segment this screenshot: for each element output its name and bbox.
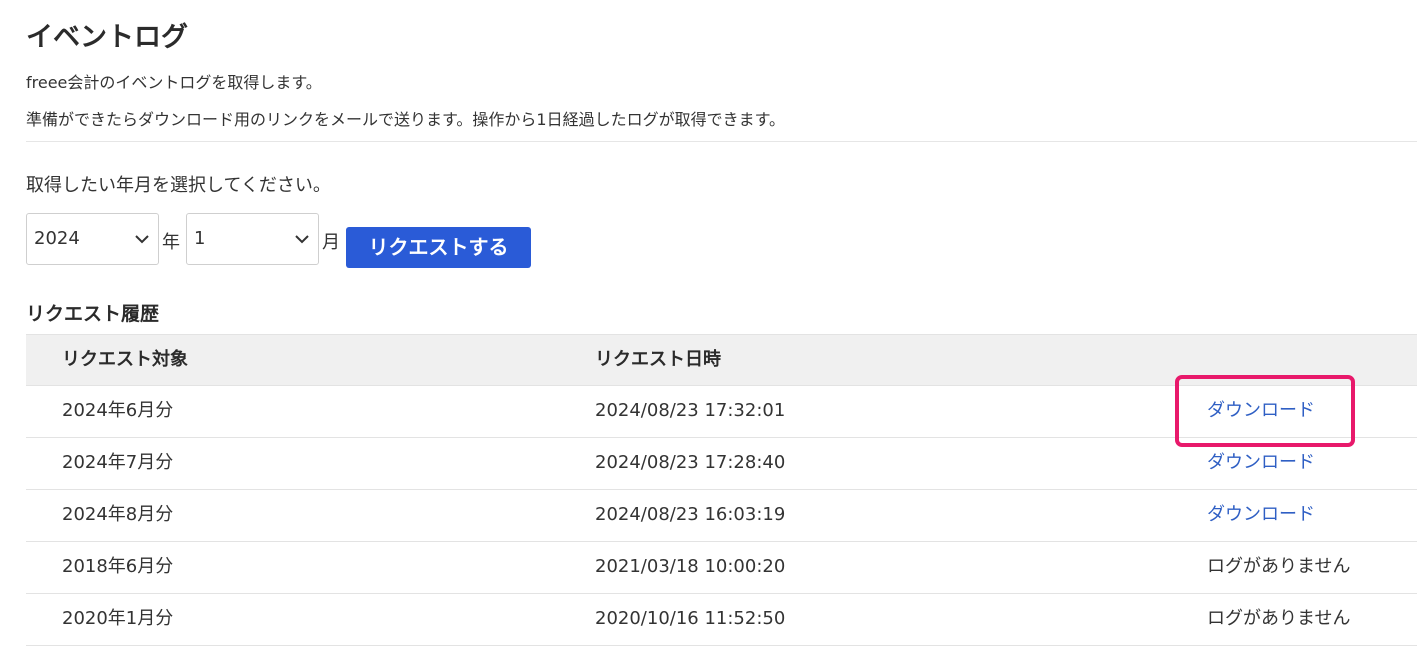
row-date: 2020/10/16 11:52:50 [595, 608, 786, 629]
no-log-text: ログがありません [1207, 608, 1351, 629]
table-row: 2024年6月分 2024/08/23 17:32:01 ダウンロード [26, 386, 1417, 438]
select-prompt: 取得したい年月を選択してください。 [26, 175, 331, 196]
chevron-down-icon [135, 235, 149, 244]
download-link[interactable]: ダウンロード [1207, 450, 1315, 476]
table-row: 2024年7月分 2024/08/23 17:28:40 ダウンロード [26, 438, 1417, 490]
row-target: 2024年7月分 [62, 452, 174, 473]
year-select-value: 2024 [34, 228, 80, 249]
table-row: 2020年1月分 2020/10/16 11:52:50 ログがありません [26, 594, 1417, 646]
history-title: リクエスト履歴 [26, 303, 160, 325]
request-button[interactable]: リクエストする [346, 227, 531, 268]
row-target: 2024年8月分 [62, 504, 174, 525]
page-description-1: freee会計のイベントログを取得します。 [26, 73, 322, 92]
page-title: イベントログ [26, 22, 188, 53]
column-header-date: リクエスト日時 [595, 349, 721, 370]
row-date: 2021/03/18 10:00:20 [595, 556, 786, 577]
row-date: 2024/08/23 17:32:01 [595, 400, 786, 421]
month-unit-label: 月 [322, 232, 340, 253]
table-header: リクエスト対象 リクエスト日時 [26, 334, 1417, 386]
table-row: 2018年6月分 2021/03/18 10:00:20 ログがありません [26, 542, 1417, 594]
chevron-down-icon [295, 235, 309, 244]
row-target: 2020年1月分 [62, 608, 174, 629]
month-select-value: 1 [194, 228, 206, 249]
year-select[interactable]: 2024 [26, 213, 159, 265]
divider [26, 141, 1417, 142]
download-link[interactable]: ダウンロード [1207, 502, 1315, 528]
download-link[interactable]: ダウンロード [1207, 398, 1315, 424]
table-row: 2024年8月分 2024/08/23 16:03:19 ダウンロード [26, 490, 1417, 542]
no-log-text: ログがありません [1207, 556, 1351, 577]
row-target: 2024年6月分 [62, 400, 174, 421]
month-select[interactable]: 1 [186, 213, 319, 265]
row-date: 2024/08/23 16:03:19 [595, 504, 786, 525]
year-unit-label: 年 [162, 232, 180, 253]
page-description-2: 準備ができたらダウンロード用のリンクをメールで送ります。操作から1日経過したログ… [26, 110, 785, 129]
history-table: リクエスト対象 リクエスト日時 2024年6月分 2024/08/23 17:3… [26, 334, 1417, 646]
row-target: 2018年6月分 [62, 556, 174, 577]
row-date: 2024/08/23 17:28:40 [595, 452, 786, 473]
column-header-target: リクエスト対象 [62, 349, 188, 370]
